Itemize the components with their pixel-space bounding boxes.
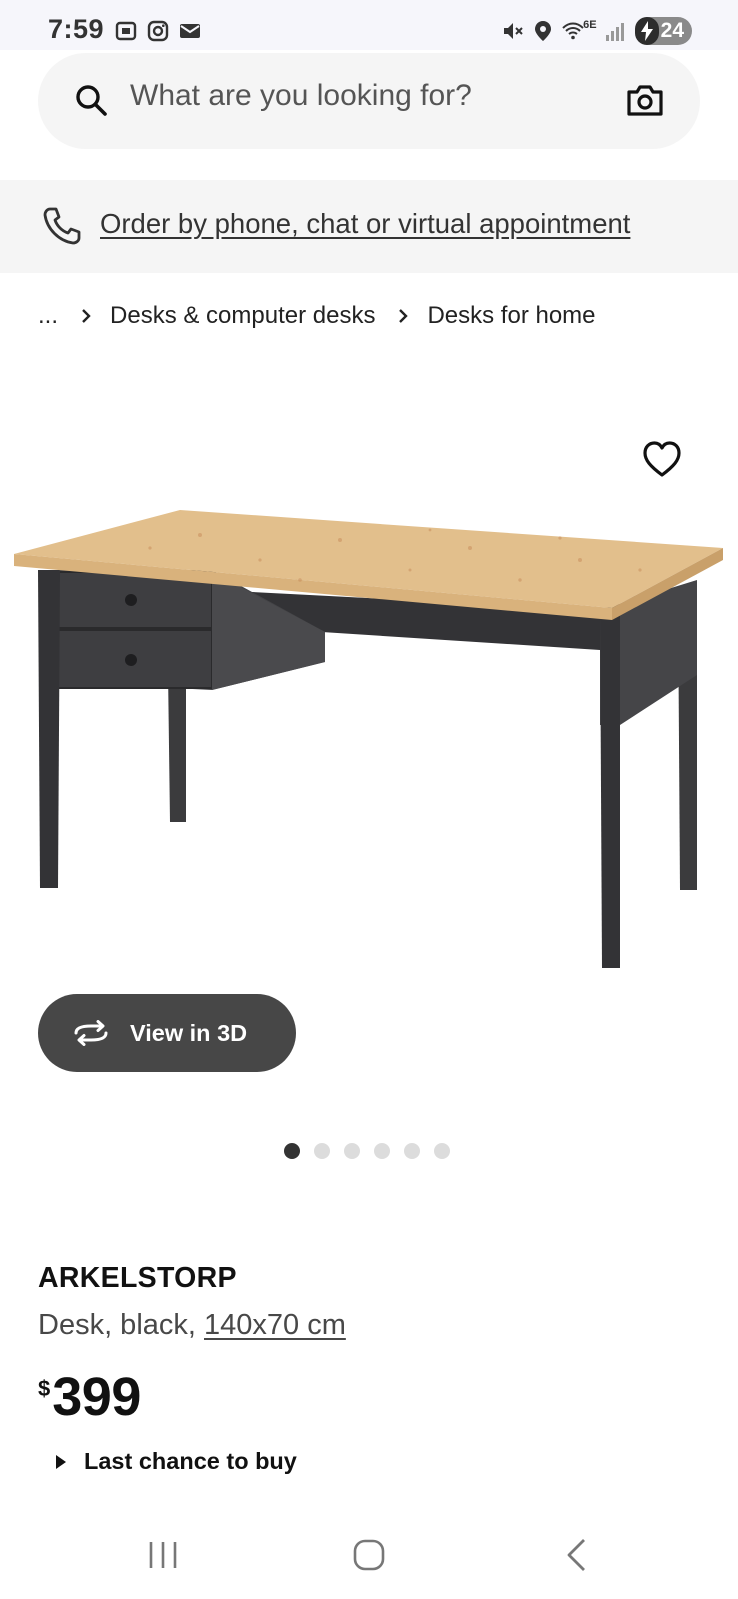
status-notification-icons [114,19,202,43]
product-size-link[interactable]: 140x70 cm [204,1309,346,1341]
breadcrumb-item-desks-computer-desks[interactable]: Desks & computer desks [110,302,375,330]
product-price: $ 399 [38,1366,141,1428]
gallery-pagination-dots [284,1143,450,1159]
last-chance-label: Last chance to buy [84,1448,297,1474]
status-time: 7:59 [48,14,105,44]
battery-charging-icon [634,17,659,45]
mute-icon [504,23,523,39]
screenshot-icon [115,21,137,41]
rotate-3d-icon [74,1020,108,1046]
system-navigation-bar [0,1510,738,1599]
favorite-heart-icon[interactable] [642,440,682,480]
caret-right-icon [56,1454,66,1469]
recent-apps-icon[interactable] [148,1540,178,1570]
view-in-3d-label: View in 3D [130,1019,248,1046]
breadcrumb-item-desks-for-home[interactable]: Desks for home [427,302,595,330]
order-options-link[interactable]: Order by phone, chat or virtual appointm… [100,208,630,240]
mail-icon [180,24,200,38]
status-system-icons: 6E 24 [501,17,692,45]
back-icon[interactable] [564,1538,588,1572]
product-name: ARKELSTORP [38,1262,237,1294]
home-icon[interactable] [352,1538,386,1572]
gallery-dot-2[interactable] [314,1143,330,1159]
price-currency: $ [38,1376,51,1401]
product-description: Desk, black, 140x70 cm [38,1309,346,1342]
search-icon [76,85,107,116]
gallery-dot-4[interactable] [374,1143,390,1159]
gallery-dot-5[interactable] [404,1143,420,1159]
camera-icon[interactable] [626,83,664,117]
network-type: 6E [583,19,597,31]
product-image[interactable] [0,420,738,1020]
search-bar[interactable] [38,53,700,149]
breadcrumb: ... Desks & computer desks Desks for hom… [38,302,596,330]
battery-level: 24 [660,19,684,42]
breadcrumb-ellipsis[interactable]: ... [38,302,58,330]
phone-icon [43,207,81,245]
chevron-right-icon [82,309,91,323]
price-value: 399 [52,1367,141,1427]
instagram-icon [147,20,169,42]
search-input[interactable] [130,79,600,113]
gallery-dot-1[interactable] [284,1143,300,1159]
gallery-dot-6[interactable] [434,1143,450,1159]
last-chance-toggle[interactable]: Last chance to buy [56,1448,297,1475]
product-type-color: Desk, black, [38,1309,204,1341]
gallery-dot-3[interactable] [344,1143,360,1159]
signal-icon [605,23,624,41]
status-bar: 7:59 6E 24 [0,0,738,50]
chevron-right-icon [399,309,409,323]
view-in-3d-button[interactable]: View in 3D [38,994,296,1072]
location-icon [535,21,552,41]
battery-indicator: 24 [634,17,692,45]
order-options-banner: Order by phone, chat or virtual appointm… [0,180,738,273]
wifi-icon: 6E [561,19,597,43]
